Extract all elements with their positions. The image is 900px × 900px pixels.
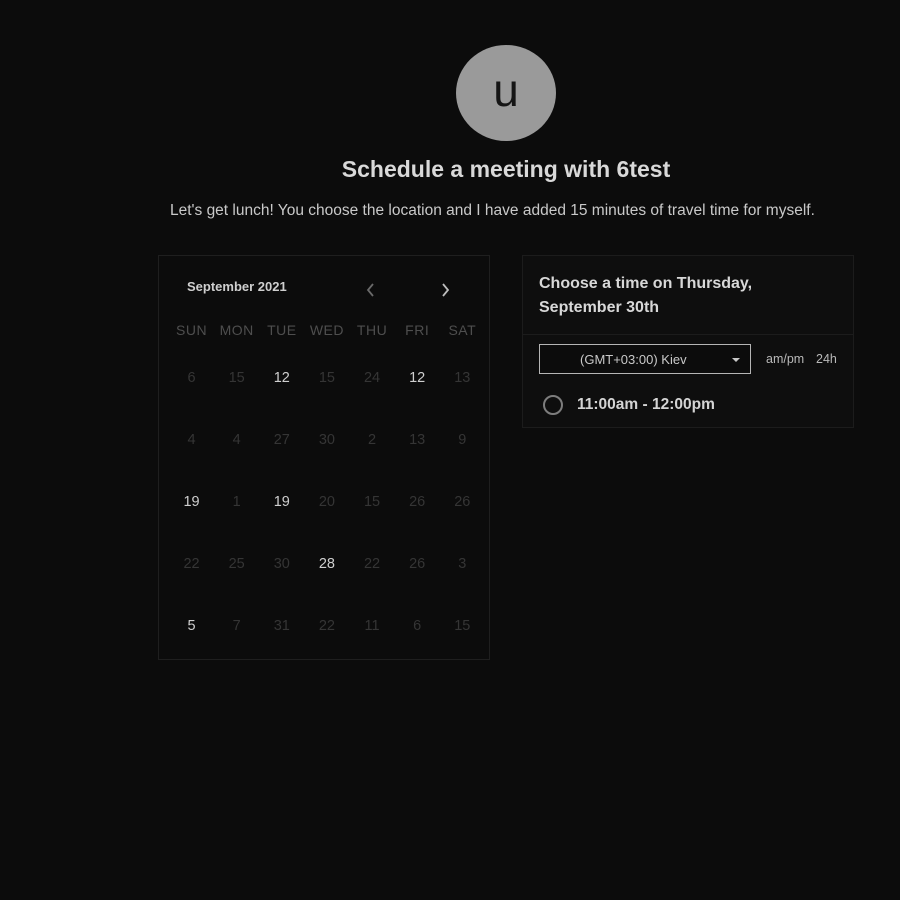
divider bbox=[523, 334, 853, 335]
calendar-day: 22 bbox=[363, 556, 381, 572]
calendar-day: 2 bbox=[368, 432, 377, 448]
format-ampm-toggle[interactable]: am/pm bbox=[766, 352, 804, 366]
calendar-day: 13 bbox=[454, 370, 471, 386]
calendar-day-available[interactable]: 19 bbox=[169, 486, 214, 548]
previous-month-button[interactable] bbox=[361, 280, 381, 300]
calendar-day: 26 bbox=[409, 494, 426, 510]
timezone-value: (GMT+03:00) Kiev bbox=[580, 352, 687, 367]
weekday-label: SAT bbox=[448, 322, 477, 338]
weekday-label: THU bbox=[356, 322, 388, 338]
calendar-day: 6 bbox=[187, 370, 196, 386]
calendar: September 2021 SUN MON TUE WED THU FRI S… bbox=[158, 255, 490, 660]
calendar-day-available[interactable]: 12 bbox=[395, 362, 440, 424]
page-title: Schedule a meeting with 6test bbox=[341, 156, 671, 182]
calendar-day: 6 bbox=[413, 618, 422, 634]
radio-icon[interactable] bbox=[543, 395, 563, 415]
chevron-left-icon bbox=[366, 283, 374, 297]
calendar-day: 15 bbox=[318, 370, 335, 386]
calendar-day: 22 bbox=[183, 556, 200, 572]
calendar-day: 31 bbox=[273, 618, 290, 634]
calendar-day: 11 bbox=[364, 618, 380, 634]
calendar-day-available[interactable]: 19 bbox=[259, 486, 304, 548]
time-selection-panel: Choose a time on Thursday, September 30t… bbox=[522, 255, 854, 428]
calendar-day: 15 bbox=[363, 494, 381, 510]
calendar-day: 22 bbox=[318, 618, 335, 634]
caret-down-icon bbox=[732, 358, 740, 362]
calendar-day: 25 bbox=[228, 556, 245, 572]
weekday-label: WED bbox=[309, 322, 345, 338]
calendar-day: 24 bbox=[363, 370, 381, 386]
calendar-day: 13 bbox=[409, 432, 426, 448]
time-slot-option[interactable]: 11:00am - 12:00pm bbox=[543, 392, 715, 418]
calendar-day-available[interactable]: 12 bbox=[259, 362, 304, 424]
calendar-day: 27 bbox=[273, 432, 290, 448]
calendar-day: 9 bbox=[458, 432, 467, 448]
calendar-day: 30 bbox=[318, 432, 335, 448]
calendar-day: 15 bbox=[454, 618, 471, 634]
calendar-day: 7 bbox=[232, 618, 241, 634]
weekday-label: TUE bbox=[267, 322, 297, 338]
time-panel-title: Choose a time on Thursday, September 30t… bbox=[539, 275, 753, 316]
meeting-description: Let's get lunch! You choose the location… bbox=[170, 202, 815, 219]
weekday-label: FRI bbox=[405, 322, 430, 338]
calendar-day: 20 bbox=[318, 494, 335, 510]
scheduling-page: u Schedule a meeting with 6test Let's ge… bbox=[0, 0, 900, 900]
timezone-select[interactable]: (GMT+03:00) Kiev bbox=[539, 344, 751, 374]
weekday-header: SUN MON TUE WED THU FRI SAT bbox=[169, 322, 485, 342]
calendar-day-available[interactable]: 28 bbox=[304, 548, 349, 610]
calendar-days-grid: 6 15 12 15 24 12 13 4 4 27 30 2 13 9 19 1 19 20 15 26 26 22 25… bbox=[169, 362, 485, 672]
calendar-day: 1 bbox=[232, 494, 241, 510]
calendar-day: 4 bbox=[187, 432, 196, 448]
calendar-day: 26 bbox=[409, 556, 426, 572]
next-month-button[interactable] bbox=[435, 280, 455, 300]
avatar-letter: u bbox=[493, 64, 519, 116]
calendar-day: 26 bbox=[454, 494, 471, 510]
calendar-month-label: September 2021 bbox=[187, 279, 287, 294]
time-slot-label: 11:00am - 12:00pm bbox=[577, 396, 715, 413]
calendar-day-available[interactable]: 5 bbox=[169, 610, 214, 672]
calendar-day: 4 bbox=[232, 432, 241, 448]
calendar-day: 3 bbox=[458, 556, 467, 572]
calendar-day: 15 bbox=[228, 370, 245, 386]
weekday-label: MON bbox=[219, 322, 254, 338]
avatar: u bbox=[456, 45, 556, 141]
chevron-right-icon bbox=[442, 283, 450, 297]
weekday-label: SUN bbox=[176, 322, 208, 338]
calendar-day: 30 bbox=[273, 556, 290, 572]
format-24h-toggle[interactable]: 24h bbox=[816, 352, 837, 366]
